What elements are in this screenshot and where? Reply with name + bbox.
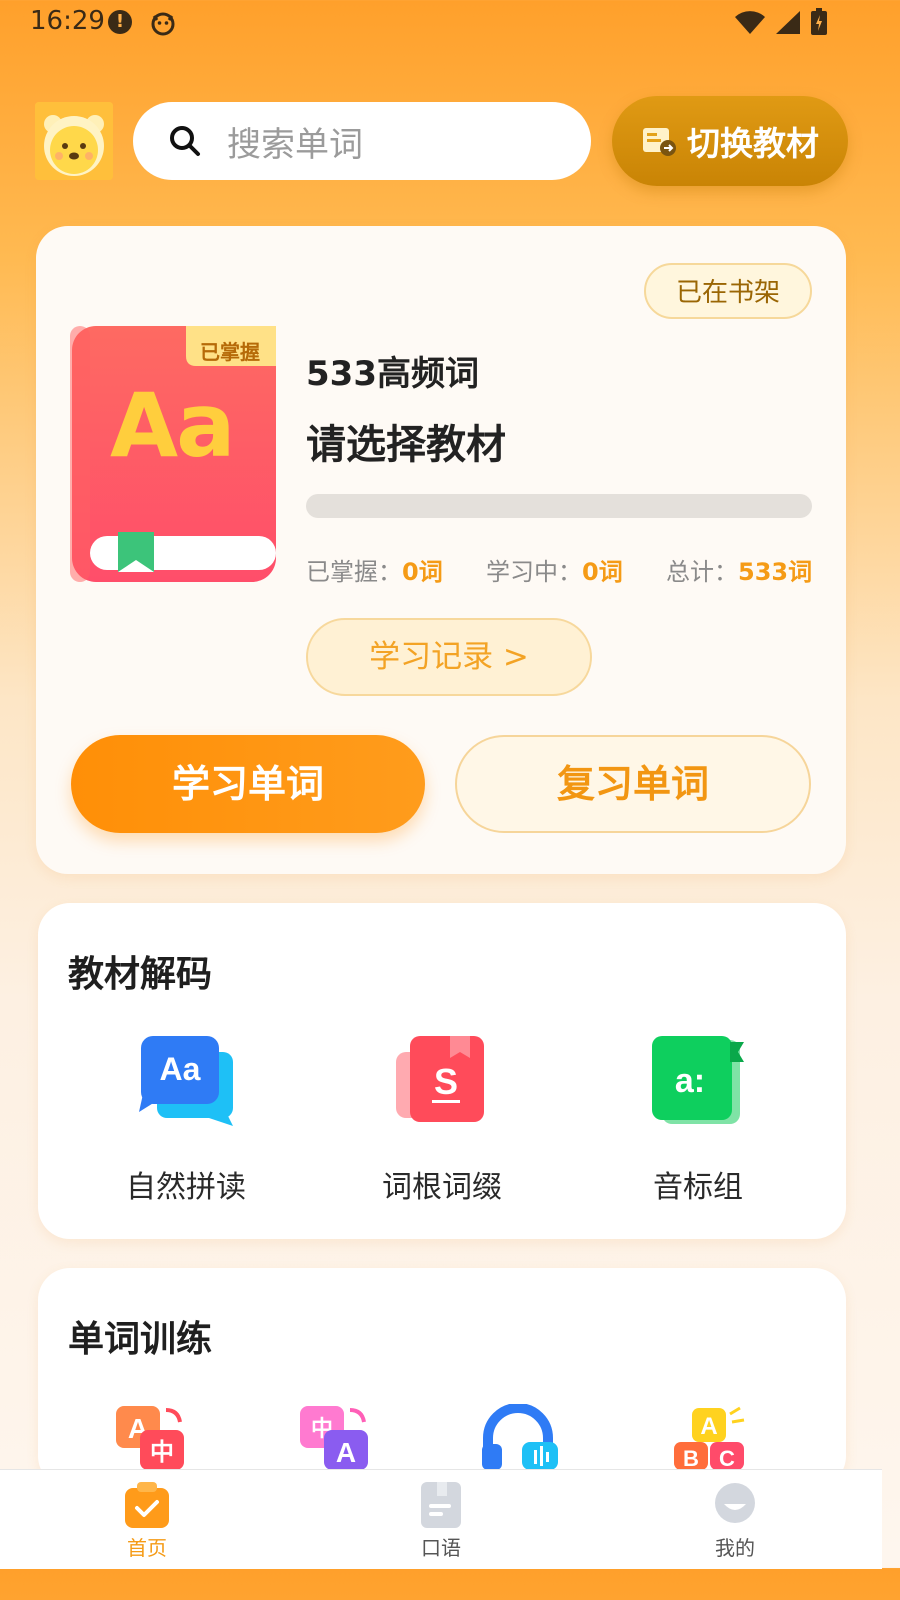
stat-learning: 学习中：0词 (486, 552, 623, 587)
stat-total-value: 533词 (738, 558, 813, 586)
cat-face-icon (151, 12, 175, 36)
nav-speaking-label: 口语 (421, 1536, 461, 1560)
svg-text:中: 中 (150, 1438, 174, 1466)
switch-textbook-button[interactable]: 切换教材 (612, 96, 848, 186)
search-input[interactable]: 搜索单词 (133, 102, 591, 180)
speaking-book-icon (421, 1482, 461, 1528)
switch-textbook-label: 切换教材 (687, 124, 819, 163)
stat-mastered: 已掌握：0词 (306, 552, 443, 587)
decode-item-label: 音标组 (653, 1170, 743, 1205)
svg-text:S: S (434, 1061, 458, 1102)
stat-learning-value: 0词 (582, 558, 623, 586)
svg-text:Aa: Aa (160, 1051, 201, 1087)
alert-icon: ! (108, 10, 132, 34)
wifi-icon (735, 11, 765, 35)
progress-bar (306, 494, 812, 518)
battery-icon (811, 8, 827, 35)
status-time: 16:29 (30, 6, 105, 36)
cover-letters: Aa (110, 374, 235, 477)
stat-total: 总计：533词 (666, 552, 812, 587)
svg-text:A: A (336, 1437, 356, 1468)
spelling-icon[interactable]: A B C (668, 1404, 748, 1470)
review-words-button[interactable]: 复习单词 (455, 735, 811, 833)
learn-words-button[interactable]: 学习单词 (71, 735, 425, 833)
svg-text:a:: a: (675, 1062, 705, 1100)
profile-icon (715, 1483, 755, 1523)
nav-home-label: 首页 (127, 1536, 167, 1560)
svg-text:B: B (683, 1446, 699, 1470)
svg-text:C: C (719, 1446, 735, 1470)
avatar[interactable] (35, 102, 113, 180)
decode-item-label: 自然拼读 (126, 1170, 246, 1205)
cn-to-en-icon[interactable]: 中 A (296, 1404, 374, 1470)
bottom-nav: 首页 口语 我的 (0, 1469, 882, 1569)
search-icon (170, 126, 200, 156)
nav-mine-label: 我的 (715, 1536, 755, 1560)
home-clipboard-icon (125, 1482, 169, 1528)
stat-learning-label: 学习中： (486, 558, 582, 586)
nav-home[interactable]: 首页 (87, 1470, 207, 1569)
bear-avatar-icon (35, 102, 113, 180)
mastered-badge: 已掌握 (200, 340, 260, 364)
book-subtitle[interactable]: 请选择教材 (306, 412, 506, 470)
status-icons (734, 8, 828, 36)
search-placeholder: 搜索单词 (227, 124, 363, 165)
book-switch-icon (643, 128, 676, 156)
stat-mastered-label: 已掌握： (306, 558, 402, 586)
phonetic-icon: a: (652, 1036, 744, 1124)
decode-item-phonetic[interactable]: a: 音标组 (598, 1030, 798, 1210)
stat-mastered-value: 0词 (402, 558, 443, 586)
decode-item-phonics[interactable]: Aa 自然拼读 (86, 1030, 286, 1210)
decode-section-title: 教材解码 (68, 954, 213, 995)
word-root-icon: S (396, 1036, 484, 1122)
svg-text:A: A (700, 1413, 717, 1440)
phonics-icon: Aa (139, 1036, 233, 1126)
decode-item-word-root[interactable]: S 词根词缀 (342, 1030, 542, 1210)
en-to-cn-icon[interactable]: A 中 (112, 1404, 190, 1470)
nav-mine[interactable]: 我的 (675, 1470, 795, 1569)
on-shelf-badge[interactable]: 已在书架 (644, 263, 812, 319)
study-record-button[interactable]: 学习记录 > (306, 618, 592, 696)
listening-icon[interactable] (482, 1404, 562, 1470)
signal-icon (776, 11, 800, 34)
stat-total-label: 总计： (666, 558, 738, 586)
training-section-title: 单词训练 (68, 1319, 213, 1360)
nav-speaking[interactable]: 口语 (381, 1470, 501, 1569)
decode-item-label: 词根词缀 (382, 1170, 502, 1205)
book-title: 533高频词 (306, 354, 479, 394)
